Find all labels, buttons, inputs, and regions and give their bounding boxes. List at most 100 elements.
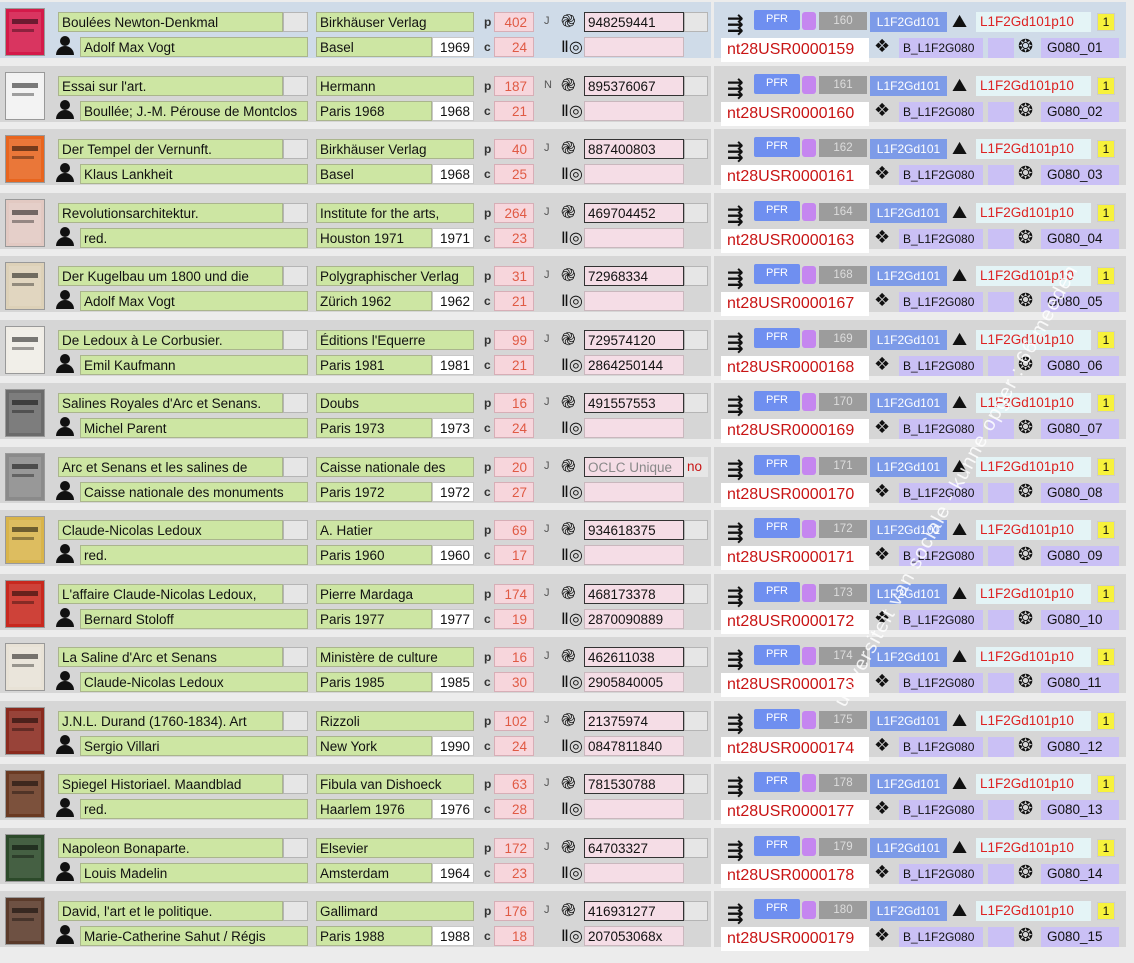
route-arrow-icon[interactable]: ⇶: [727, 78, 744, 98]
isbn-field[interactable]: [584, 291, 684, 311]
user-record-id[interactable]: nt28USR0000161: [721, 165, 869, 189]
user-record-id[interactable]: nt28USR0000168: [721, 355, 869, 380]
isbn-field[interactable]: [584, 862, 684, 883]
map-pin-icon[interactable]: ⛰: [952, 393, 967, 413]
publisher-field[interactable]: Gallimard: [316, 901, 474, 921]
title-extra-field[interactable]: [283, 710, 308, 731]
dropbox-extra[interactable]: [988, 546, 1014, 566]
author-field[interactable]: red.: [80, 227, 308, 248]
user-record-id[interactable]: nt28USR0000159: [721, 38, 869, 62]
isbn-field[interactable]: [584, 481, 684, 502]
year-field[interactable]: 1988: [432, 926, 474, 946]
year-field[interactable]: 1964: [432, 862, 474, 883]
pfr-button[interactable]: PFR: [754, 73, 800, 94]
user-record-id[interactable]: nt28USR0000167: [721, 292, 869, 316]
dropbox-extra[interactable]: [988, 228, 1014, 249]
pages-field[interactable]: 174: [494, 583, 534, 604]
book-cover-thumbnail[interactable]: [5, 71, 45, 120]
author-field[interactable]: Bernard Stoloff: [80, 608, 308, 629]
dropbox-icon[interactable]: ❖: [874, 862, 890, 883]
barcode-search-icon[interactable]: Ⅱ◎: [561, 164, 583, 184]
worldcat-logo-icon[interactable]: ֎: [561, 329, 576, 350]
title-field[interactable]: Arc et Senans et les salines de: [58, 456, 283, 477]
title-extra-field[interactable]: [283, 202, 308, 223]
book-cover-thumbnail[interactable]: [5, 452, 45, 501]
pfr-button[interactable]: PFR: [754, 899, 800, 919]
user-record-id[interactable]: nt28USR0000177: [721, 800, 869, 824]
user-record-id[interactable]: nt28USR0000173: [721, 673, 869, 697]
book-cover-thumbnail[interactable]: [5, 833, 45, 882]
dropbox-extra[interactable]: [988, 609, 1014, 630]
dropbox-icon[interactable]: ❖: [874, 672, 890, 692]
pfr-button[interactable]: PFR: [754, 391, 800, 411]
book-cover-thumbnail[interactable]: [5, 8, 45, 56]
status-square[interactable]: [802, 266, 816, 284]
pfr-button[interactable]: PFR: [754, 835, 800, 856]
barcode-search-icon[interactable]: Ⅱ◎: [561, 672, 583, 692]
author-field[interactable]: Louis Madelin: [80, 862, 308, 883]
user-record-id[interactable]: nt28USR0000171: [721, 546, 869, 570]
dropbox-extra[interactable]: [988, 736, 1014, 757]
dropbox-icon[interactable]: ❖: [874, 608, 890, 629]
worldcat-logo-icon[interactable]: ֎: [561, 139, 576, 159]
pages-field[interactable]: 172: [494, 837, 534, 858]
worldcat-logo-icon[interactable]: ֎: [561, 75, 576, 96]
pfr-button[interactable]: PFR: [754, 137, 800, 157]
isbn-field[interactable]: [584, 799, 684, 819]
status-square[interactable]: [802, 647, 816, 665]
year-field[interactable]: 1977: [432, 608, 474, 629]
camera-aperture-icon[interactable]: ❂: [1018, 227, 1033, 248]
user-record-id[interactable]: nt28USR0000179: [721, 927, 869, 951]
camera-aperture-icon[interactable]: ❂: [1018, 164, 1033, 184]
title-extra-field[interactable]: [283, 266, 308, 286]
pfr-button[interactable]: PFR: [754, 708, 800, 729]
pages-field[interactable]: 99: [494, 329, 534, 350]
barcode-search-icon[interactable]: Ⅱ◎: [561, 418, 583, 438]
publisher-field[interactable]: Pierre Mardaga: [316, 583, 474, 604]
copies-field[interactable]: 18: [494, 926, 534, 946]
oclc-extra-field[interactable]: [684, 202, 708, 223]
dropbox-extra[interactable]: [988, 165, 1014, 185]
title-extra-field[interactable]: [283, 456, 308, 477]
status-square[interactable]: [802, 12, 816, 30]
author-field[interactable]: Klaus Lankheit: [80, 164, 308, 184]
place-field[interactable]: Basel: [316, 37, 432, 57]
year-field[interactable]: 1968: [432, 100, 474, 121]
pfr-button[interactable]: PFR: [754, 10, 800, 30]
pages-field[interactable]: 187: [494, 75, 534, 96]
route-arrow-icon[interactable]: ⇶: [727, 268, 744, 288]
copies-field[interactable]: 23: [494, 862, 534, 883]
dropbox-icon[interactable]: ❖: [874, 545, 890, 565]
status-square[interactable]: [802, 901, 816, 919]
isbn-field[interactable]: [584, 164, 684, 184]
year-field[interactable]: 1962: [432, 291, 474, 311]
dropbox-icon[interactable]: ❖: [874, 926, 890, 946]
map-pin-icon[interactable]: ⛰: [952, 901, 967, 921]
isbn-field[interactable]: 2870090889: [584, 608, 684, 629]
place-field[interactable]: Basel: [316, 164, 432, 184]
camera-aperture-icon[interactable]: ❂: [1018, 672, 1033, 692]
publisher-field[interactable]: A. Hatier: [316, 520, 474, 540]
isbn-field[interactable]: 0847811840: [584, 735, 684, 756]
oclc-number-field[interactable]: 895376067: [584, 75, 684, 96]
author-field[interactable]: red.: [80, 799, 308, 819]
title-field[interactable]: Der Kugelbau um 1800 und die: [58, 266, 283, 286]
oclc-extra-field[interactable]: [684, 139, 708, 159]
year-field[interactable]: 1990: [432, 735, 474, 756]
title-extra-field[interactable]: [283, 393, 308, 413]
barcode-search-icon[interactable]: Ⅱ◎: [561, 228, 583, 248]
book-cover-thumbnail[interactable]: [5, 706, 45, 755]
author-field[interactable]: Emil Kaufmann: [80, 354, 308, 375]
publisher-field[interactable]: Fibula van Dishoeck: [316, 774, 474, 794]
route-arrow-icon[interactable]: ⇶: [727, 459, 744, 479]
isbn-field[interactable]: [584, 418, 684, 438]
book-cover-thumbnail[interactable]: [5, 516, 45, 564]
worldcat-logo-icon[interactable]: ֎: [561, 901, 576, 921]
status-square[interactable]: [802, 837, 816, 856]
map-pin-icon[interactable]: ⛰: [952, 266, 967, 286]
dropbox-icon[interactable]: ❖: [874, 164, 890, 184]
route-arrow-icon[interactable]: ⇶: [727, 332, 744, 352]
isbn-field[interactable]: 207053068x: [584, 926, 684, 946]
title-field[interactable]: Essai sur l'art.: [58, 75, 283, 96]
oclc-number-field[interactable]: 72968334: [584, 266, 684, 286]
